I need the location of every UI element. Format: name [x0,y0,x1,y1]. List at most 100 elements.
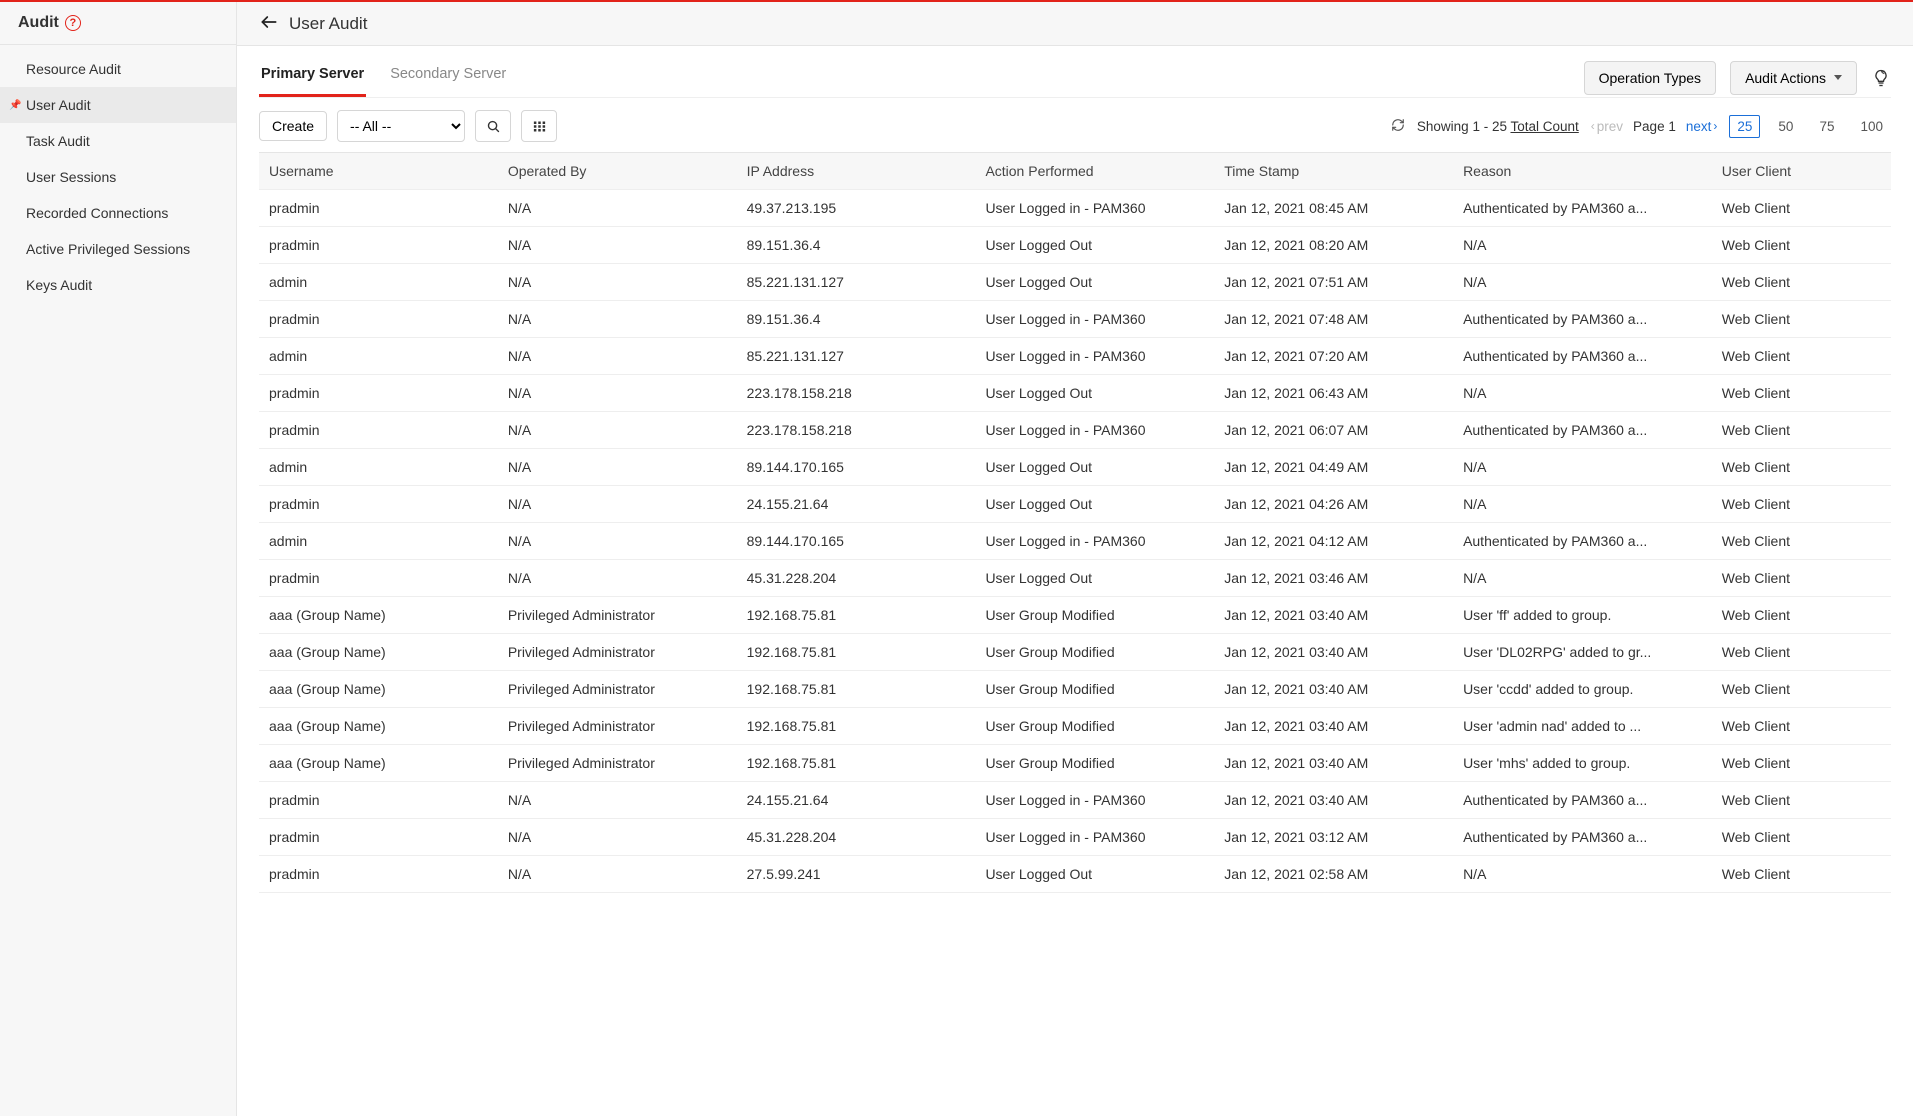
table-wrap[interactable]: UsernameOperated ByIP AddressAction Perf… [259,152,1891,1116]
pager-next[interactable]: next › [1686,119,1718,134]
cell-action: User Logged in - PAM360 [975,338,1214,375]
columns-button[interactable] [521,110,557,142]
cell-ip: 192.168.75.81 [737,745,976,782]
audit-actions-button[interactable]: Audit Actions [1730,61,1857,95]
table-row[interactable]: adminN/A89.144.170.165User Logged OutJan… [259,449,1891,486]
table-row[interactable]: adminN/A85.221.131.127User Logged in - P… [259,338,1891,375]
cell-ip: 45.31.228.204 [737,560,976,597]
table-row[interactable]: pradminN/A24.155.21.64User Logged OutJan… [259,486,1891,523]
cell-operated_by: N/A [498,560,737,597]
cell-reason: N/A [1453,560,1712,597]
table-row[interactable]: pradminN/A89.151.36.4User Logged OutJan … [259,227,1891,264]
sidebar-item-label: Task Audit [26,133,90,149]
sidebar-item-user-sessions[interactable]: User Sessions [0,159,236,195]
cell-ip: 24.155.21.64 [737,486,976,523]
total-count-link[interactable]: Total Count [1510,119,1578,134]
cell-client: Web Client [1712,301,1891,338]
col-user-client[interactable]: User Client [1712,153,1891,190]
cell-operated_by: N/A [498,449,737,486]
idea-icon[interactable] [1871,68,1891,88]
cell-reason: Authenticated by PAM360 a... [1453,412,1712,449]
col-username[interactable]: Username [259,153,498,190]
sidebar-item-resource-audit[interactable]: Resource Audit [0,51,236,87]
refresh-icon[interactable] [1391,118,1405,135]
cell-action: User Group Modified [975,708,1214,745]
table-row[interactable]: pradminN/A223.178.158.218User Logged in … [259,412,1891,449]
cell-operated_by: Privileged Administrator [498,597,737,634]
cell-ip: 223.178.158.218 [737,375,976,412]
table-row[interactable]: aaa (Group Name)Privileged Administrator… [259,708,1891,745]
table-row[interactable]: aaa (Group Name)Privileged Administrator… [259,671,1891,708]
col-reason[interactable]: Reason [1453,153,1712,190]
cell-reason: N/A [1453,856,1712,893]
table-row[interactable]: pradminN/A24.155.21.64User Logged in - P… [259,782,1891,819]
cell-time: Jan 12, 2021 03:46 AM [1214,560,1453,597]
page-size-25[interactable]: 25 [1729,115,1760,138]
cell-ip: 89.151.36.4 [737,301,976,338]
cell-operated_by: N/A [498,486,737,523]
cell-username: admin [259,264,498,301]
cell-time: Jan 12, 2021 04:12 AM [1214,523,1453,560]
chevron-left-icon: ‹ [1591,119,1595,133]
cell-operated_by: N/A [498,190,737,227]
cell-time: Jan 12, 2021 03:40 AM [1214,745,1453,782]
table-row[interactable]: adminN/A89.144.170.165User Logged in - P… [259,523,1891,560]
page-size-100[interactable]: 100 [1852,115,1891,138]
col-ip-address[interactable]: IP Address [737,153,976,190]
table-row[interactable]: aaa (Group Name)Privileged Administrator… [259,634,1891,671]
cell-action: User Group Modified [975,597,1214,634]
sidebar-item-recorded-connections[interactable]: Recorded Connections [0,195,236,231]
cell-time: Jan 12, 2021 04:49 AM [1214,449,1453,486]
cell-time: Jan 12, 2021 07:51 AM [1214,264,1453,301]
table-row[interactable]: pradminN/A89.151.36.4User Logged in - PA… [259,301,1891,338]
col-operated-by[interactable]: Operated By [498,153,737,190]
table-row[interactable]: adminN/A85.221.131.127User Logged OutJan… [259,264,1891,301]
cell-reason: Authenticated by PAM360 a... [1453,819,1712,856]
sidebar-item-active-privileged-sessions[interactable]: Active Privileged Sessions [0,231,236,267]
sidebar-item-task-audit[interactable]: Task Audit [0,123,236,159]
cell-time: Jan 12, 2021 02:58 AM [1214,856,1453,893]
table-row[interactable]: pradminN/A49.37.213.195User Logged in - … [259,190,1891,227]
search-button[interactable] [475,110,511,142]
tab-secondary-server[interactable]: Secondary Server [388,58,508,97]
cell-client: Web Client [1712,375,1891,412]
tab-primary-server[interactable]: Primary Server [259,58,366,97]
cell-username: pradmin [259,375,498,412]
help-icon[interactable]: ? [65,15,81,31]
page-size-50[interactable]: 50 [1770,115,1801,138]
table-row[interactable]: pradminN/A27.5.99.241User Logged OutJan … [259,856,1891,893]
cell-client: Web Client [1712,708,1891,745]
pager-prev[interactable]: ‹ prev [1591,119,1623,134]
sidebar-item-label: Active Privileged Sessions [26,241,190,257]
table-row[interactable]: aaa (Group Name)Privileged Administrator… [259,745,1891,782]
cell-ip: 89.151.36.4 [737,227,976,264]
cell-time: Jan 12, 2021 06:07 AM [1214,412,1453,449]
cell-time: Jan 12, 2021 08:45 AM [1214,190,1453,227]
table-row[interactable]: pradminN/A223.178.158.218User Logged Out… [259,375,1891,412]
col-action-performed[interactable]: Action Performed [975,153,1214,190]
table-row[interactable]: pradminN/A45.31.228.204User Logged in - … [259,819,1891,856]
cell-operated_by: Privileged Administrator [498,671,737,708]
sidebar-item-user-audit[interactable]: 📌User Audit [0,87,236,123]
cell-operated_by: Privileged Administrator [498,634,737,671]
cell-reason: Authenticated by PAM360 a... [1453,782,1712,819]
table-row[interactable]: aaa (Group Name)Privileged Administrator… [259,597,1891,634]
back-icon[interactable] [259,12,279,35]
cell-action: User Logged Out [975,486,1214,523]
operation-types-button[interactable]: Operation Types [1584,61,1716,95]
cell-reason: Authenticated by PAM360 a... [1453,523,1712,560]
cell-username: aaa (Group Name) [259,745,498,782]
col-time-stamp[interactable]: Time Stamp [1214,153,1453,190]
filter-select[interactable]: -- All -- [337,110,465,142]
pin-icon: 📌 [9,100,21,111]
sidebar-item-keys-audit[interactable]: Keys Audit [0,267,236,303]
cell-reason: User 'DL02RPG' added to gr... [1453,634,1712,671]
cell-reason: User 'mhs' added to group. [1453,745,1712,782]
cell-username: pradmin [259,227,498,264]
cell-reason: User 'ccdd' added to group. [1453,671,1712,708]
table-row[interactable]: pradminN/A45.31.228.204User Logged OutJa… [259,560,1891,597]
cell-client: Web Client [1712,819,1891,856]
cell-ip: 24.155.21.64 [737,782,976,819]
create-button[interactable]: Create [259,111,327,141]
page-size-75[interactable]: 75 [1811,115,1842,138]
